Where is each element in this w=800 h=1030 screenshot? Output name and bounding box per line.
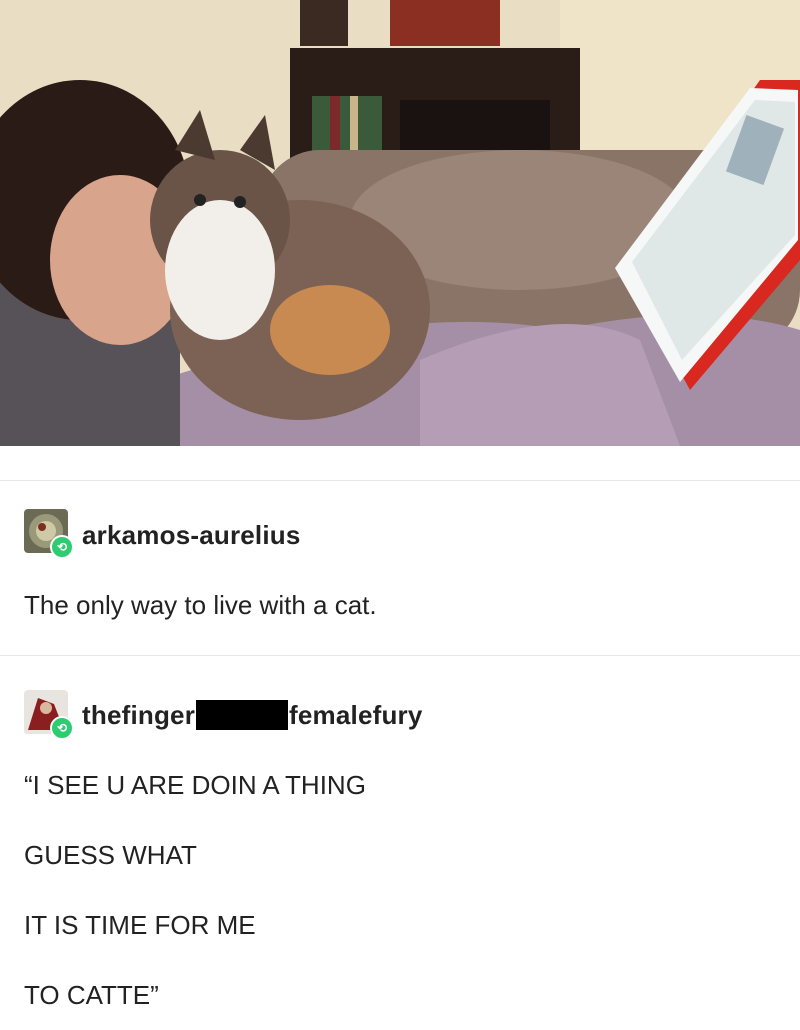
post-text: The only way to live with a cat. <box>24 589 377 620</box>
reblog-header: ⟲ arkamos-aurelius <box>24 505 776 565</box>
username-prefix: thefinger <box>82 699 196 730</box>
reblog-entry: ⟲ thefinger femalefury “I SEE U ARE DOIN … <box>0 656 800 1030</box>
avatar[interactable]: ⟲ <box>24 509 76 561</box>
username-suffix: femalefury <box>289 699 423 730</box>
photo-image <box>0 0 800 446</box>
post-thread: ⟲ arkamos-aurelius The only way to live … <box>0 480 800 1030</box>
avatar[interactable]: ⟲ <box>24 690 76 742</box>
reblog-icon: ⟲ <box>50 716 74 740</box>
post-photo <box>0 0 800 446</box>
reblog-header: ⟲ thefinger femalefury <box>24 686 776 746</box>
username-link[interactable]: arkamos-aurelius <box>82 520 301 551</box>
username-link[interactable]: thefinger femalefury <box>82 700 423 732</box>
post-text-line: GUESS WHAT <box>24 839 197 870</box>
redaction-bar <box>196 700 289 731</box>
post-text-line: TO CATTE” <box>24 979 159 1010</box>
reblog-icon: ⟲ <box>50 535 74 559</box>
post-text-line: IT IS TIME FOR ME <box>24 909 256 940</box>
post-text-line: “I SEE U ARE DOIN A THING <box>24 769 366 800</box>
reblog-entry: ⟲ arkamos-aurelius The only way to live … <box>0 481 800 645</box>
